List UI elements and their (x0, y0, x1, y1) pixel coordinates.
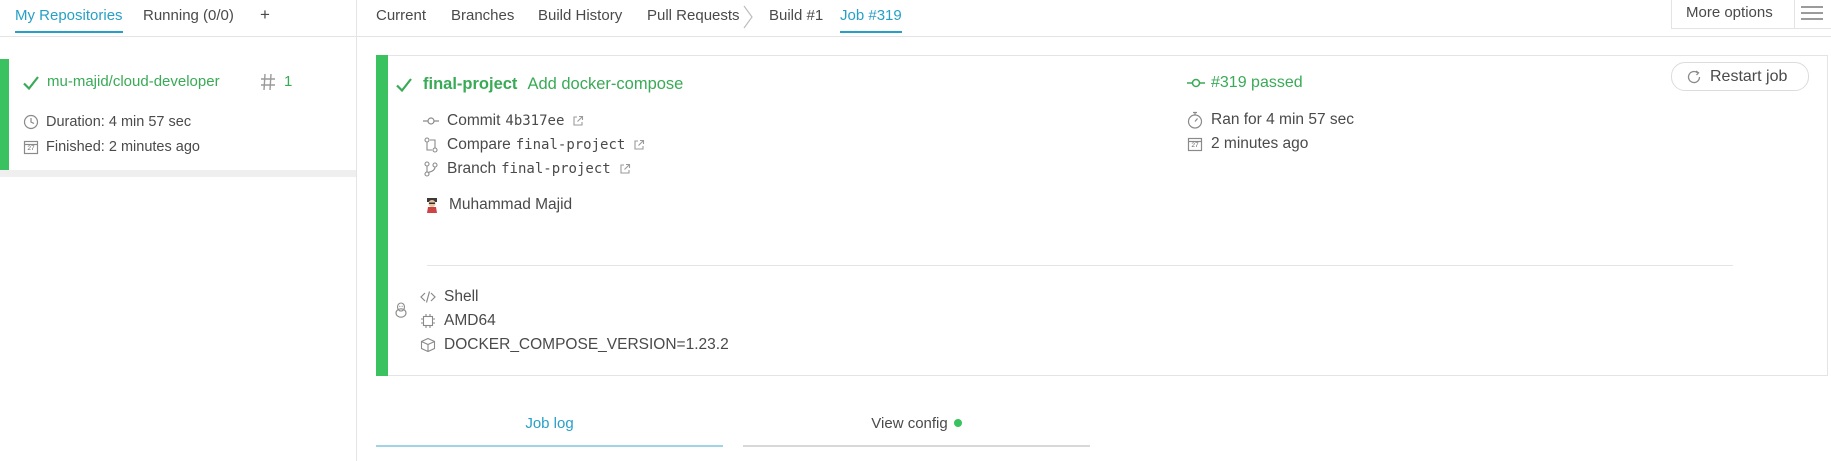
build-hash-icon (260, 73, 276, 91)
arch-row: AMD64 (420, 312, 496, 330)
ran-for-text: Ran for 4 min 57 sec (1211, 111, 1355, 128)
code-icon (420, 290, 436, 304)
repo-finished: 27 Finished: 2 minutes ago (23, 139, 200, 155)
finished-ago-text: 2 minutes ago (1211, 135, 1309, 152)
commit-row: Commit 4b317ee (423, 112, 584, 130)
more-options-label: More options (1686, 4, 1773, 21)
hamburger-menu-icon[interactable] (1800, 5, 1824, 21)
clock-icon (23, 114, 39, 130)
commit-node-icon (1187, 77, 1205, 89)
tab-view-config-label: View config (871, 415, 948, 432)
branch-row: Branch final-project (423, 160, 631, 178)
sidebar: My Repositories Running (0/0) + mu-majid… (0, 0, 357, 461)
package-icon (420, 337, 436, 353)
tab-my-repositories[interactable]: My Repositories (15, 7, 123, 33)
avatar (424, 197, 440, 213)
job-card-divider (427, 265, 1733, 266)
duration-row: Ran for 4 min 57 sec (1187, 111, 1354, 129)
author-row: Muhammad Majid (424, 196, 572, 214)
commit-sha-link[interactable]: 4b317ee (505, 113, 564, 129)
branch-label: Branch (447, 160, 497, 177)
branch-ref-link[interactable]: final-project (501, 161, 611, 177)
job-status: #319 passed (1187, 74, 1303, 92)
nav-divider (357, 36, 1831, 37)
repo-status-stripe (0, 59, 9, 170)
calendar-day: 27 (27, 145, 35, 152)
add-repository-button[interactable]: + (260, 5, 270, 25)
repo-duration: Duration: 4 min 57 sec (23, 114, 191, 130)
linux-os-icon (394, 302, 408, 318)
finished-row: 27 2 minutes ago (1187, 135, 1308, 153)
tab-job-log[interactable]: Job log (376, 415, 723, 447)
external-link-icon[interactable] (572, 115, 584, 127)
build-number-link[interactable]: 1 (284, 73, 292, 90)
stopwatch-icon (1187, 111, 1203, 129)
job-branch-link[interactable]: final-project (423, 75, 517, 94)
job-title-row: final-project Add docker-compose (395, 75, 683, 94)
repo-finished-text: Finished: 2 minutes ago (46, 139, 200, 155)
job-status-text[interactable]: #319 passed (1211, 74, 1303, 92)
more-options-button[interactable]: More options (1671, 0, 1831, 29)
more-options-separator (1794, 0, 1795, 28)
language-row: Shell (420, 288, 478, 306)
calendar-icon: 27 (23, 139, 39, 155)
restart-job-button[interactable]: Restart job (1671, 62, 1809, 91)
arch-text: AMD64 (444, 312, 496, 329)
job-commit-message: Add docker-compose (527, 75, 684, 93)
compare-icon (423, 137, 439, 153)
compare-row: Compare final-project (423, 136, 645, 154)
restart-job-label: Restart job (1710, 67, 1788, 85)
compare-ref-link[interactable]: final-project (516, 137, 626, 153)
author-name: Muhammad Majid (449, 196, 573, 213)
repo-name-link[interactable]: mu-majid/cloud-developer (47, 73, 220, 90)
calendar-day: 27 (1191, 142, 1199, 149)
passed-check-icon (22, 74, 40, 92)
sidebar-divider (0, 170, 356, 177)
repo-card[interactable]: mu-majid/cloud-developer 1 Duration: 4 m… (0, 59, 356, 170)
passed-check-icon (395, 76, 413, 94)
restart-icon (1686, 69, 1702, 85)
sidebar-tabs: My Repositories Running (0/0) + (0, 0, 356, 37)
compare-label: Compare (447, 136, 511, 153)
tab-job-log-label: Job log (525, 415, 574, 432)
cpu-icon (420, 313, 436, 329)
breadcrumb-chevron-icon (741, 4, 755, 30)
env-var-text: DOCKER_COMPOSE_VERSION=1.23.2 (444, 336, 729, 353)
job-status-stripe (376, 55, 388, 376)
commit-label: Commit (447, 112, 501, 129)
branch-icon (423, 161, 439, 177)
repo-duration-text: Duration: 4 min 57 sec (46, 114, 192, 130)
external-link-icon[interactable] (619, 163, 631, 175)
language-text: Shell (444, 288, 479, 305)
nav-build-1[interactable]: Build #1 (769, 7, 823, 24)
tab-view-config[interactable]: View config (743, 415, 1090, 447)
nav-job-319[interactable]: Job #319 (840, 7, 902, 33)
env-row: DOCKER_COMPOSE_VERSION=1.23.2 (420, 336, 729, 354)
tab-running[interactable]: Running (0/0) (143, 7, 234, 24)
commit-icon (423, 115, 439, 127)
nav-build-history[interactable]: Build History (538, 7, 622, 24)
job-summary-card: final-project Add docker-compose #319 pa… (376, 55, 1828, 376)
nav-pull-requests[interactable]: Pull Requests (647, 7, 740, 24)
nav-current[interactable]: Current (376, 7, 426, 24)
config-status-dot (953, 419, 962, 427)
calendar-icon: 27 (1187, 136, 1203, 152)
external-link-icon[interactable] (633, 139, 645, 151)
nav-branches[interactable]: Branches (451, 7, 514, 24)
